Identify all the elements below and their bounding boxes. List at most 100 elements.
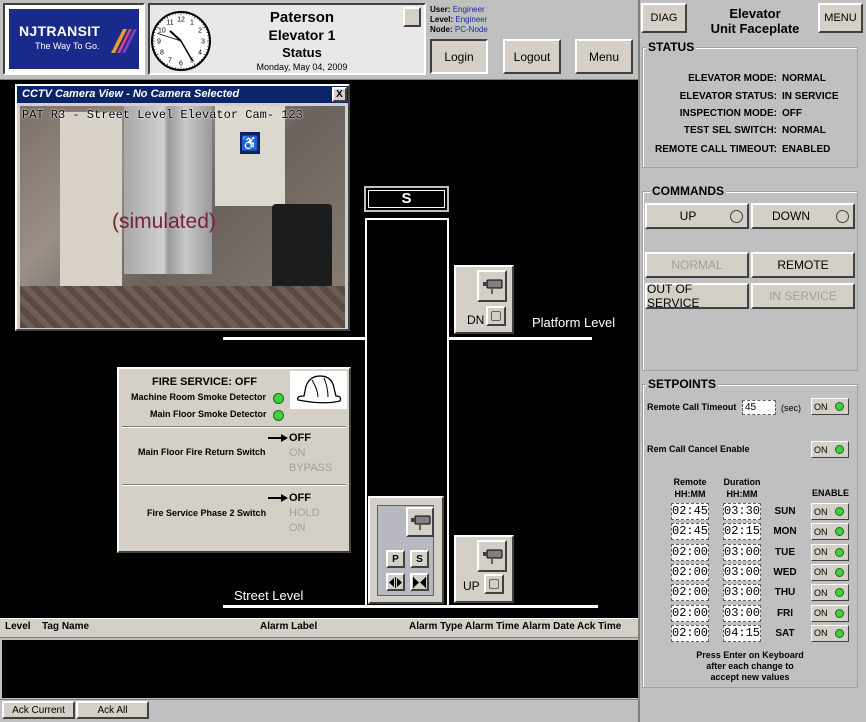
- toggle-label: ON: [814, 506, 828, 517]
- enable-toggle[interactable]: ON: [811, 584, 849, 602]
- duration-time-input[interactable]: 03:30: [723, 503, 761, 520]
- commands-title: COMMANDS: [650, 184, 726, 198]
- user-label: User:: [430, 5, 451, 14]
- elevator-name: Elevator 1: [268, 27, 336, 43]
- platform-level-line-right: [449, 337, 592, 340]
- command-down-button[interactable]: DOWN: [751, 203, 855, 229]
- node-value: PC-Node: [454, 25, 488, 34]
- duration-time-input[interactable]: 03:00: [723, 543, 761, 561]
- command-up-button[interactable]: UP: [645, 203, 749, 229]
- rem-call-cancel-toggle[interactable]: ON: [811, 441, 849, 458]
- remote-call-timeout-toggle[interactable]: ON: [811, 398, 849, 415]
- header-square-button[interactable]: [403, 7, 421, 27]
- svg-text:4: 4: [198, 50, 202, 57]
- remote-time-input[interactable]: 02:00: [671, 563, 709, 581]
- alarm-col-tag[interactable]: Tag Name: [42, 621, 89, 632]
- up-indicator-icon: [730, 210, 743, 223]
- status-key: TEST SEL SWITCH:: [683, 125, 777, 136]
- alarm-col-type[interactable]: Alarm Type: [409, 621, 463, 632]
- toggle-label: ON: [814, 628, 828, 639]
- remote-time-input[interactable]: 02:00: [671, 584, 709, 602]
- camera-icon: [411, 515, 431, 530]
- status-value: IN SERVICE: [782, 91, 839, 102]
- alarm-col-ack[interactable]: Ack Time: [577, 621, 621, 632]
- logout-button[interactable]: Logout: [503, 39, 561, 74]
- enable-toggle[interactable]: ON: [811, 543, 849, 561]
- arrow-right-icon: [268, 494, 288, 502]
- remote-time-input[interactable]: 02:00: [671, 543, 709, 561]
- toggle-led: [834, 628, 844, 638]
- dn-label: DN: [467, 313, 485, 327]
- level-value: Engineer: [455, 15, 488, 24]
- toggle-label: ON: [814, 444, 828, 455]
- dn-call-button[interactable]: [486, 306, 506, 326]
- toggle-label: ON: [814, 608, 828, 618]
- duration-time-input[interactable]: 03:00: [723, 604, 761, 622]
- out-of-service-button[interactable]: OUT OF SERVICE: [645, 282, 749, 310]
- duration-time-input[interactable]: 03:00: [723, 584, 761, 602]
- camera-icon: [483, 549, 503, 564]
- svg-text:10: 10: [158, 28, 166, 35]
- duration-time-input[interactable]: 03:00: [723, 563, 761, 581]
- alarm-col-date[interactable]: Alarm Date: [522, 621, 575, 632]
- login-button[interactable]: Login: [430, 39, 488, 74]
- normal-button[interactable]: NORMAL: [645, 252, 749, 278]
- enable-toggle[interactable]: ON: [811, 563, 849, 581]
- status-value: OFF: [782, 108, 802, 119]
- alarm-col-time[interactable]: Alarm Time: [465, 621, 519, 632]
- camera-button-platform[interactable]: [477, 270, 507, 302]
- camera-button-street[interactable]: [477, 540, 507, 572]
- platform-level-label: Platform Level: [532, 315, 616, 330]
- street-level-label: Street Level: [234, 588, 304, 603]
- alarm-col-level[interactable]: Level: [5, 621, 31, 632]
- remote-button[interactable]: REMOTE: [751, 252, 855, 278]
- remote-time-input[interactable]: 02:00: [671, 604, 709, 622]
- logo-box: NJTRANSIT The Way To Go.: [3, 3, 145, 75]
- diag-button[interactable]: DIAG: [641, 3, 687, 33]
- toggle-label: ON: [814, 526, 828, 537]
- phase2-label: Fire Service Phase 2 Switch: [147, 508, 267, 518]
- car-s-button[interactable]: S: [410, 550, 429, 568]
- enable-toggle[interactable]: ON: [811, 503, 849, 520]
- remote-time-input[interactable]: 02:45: [671, 503, 709, 520]
- svg-text:6: 6: [179, 61, 183, 68]
- car-camera-button[interactable]: [406, 507, 434, 537]
- duration-time-input[interactable]: 02:15: [723, 523, 761, 541]
- door-open-icon: [389, 576, 402, 588]
- menu-button[interactable]: Menu: [575, 39, 633, 74]
- ack-all-button[interactable]: Ack All: [76, 701, 149, 719]
- enable-toggle[interactable]: ON: [811, 624, 849, 642]
- user-value: Engineer: [452, 5, 485, 14]
- door-open-button[interactable]: [386, 573, 405, 591]
- alarm-col-label[interactable]: Alarm Label: [260, 621, 317, 632]
- remote-call-timeout-unit: (sec): [781, 403, 801, 413]
- faceplate-menu-button[interactable]: MENU: [818, 3, 863, 33]
- remote-time-input[interactable]: 02:45: [671, 523, 709, 541]
- in-service-button[interactable]: IN SERVICE: [751, 283, 855, 309]
- current-date: Monday, May 04, 2009: [256, 62, 348, 72]
- svg-text:3: 3: [201, 39, 205, 46]
- njtransit-logo: NJTRANSIT The Way To Go.: [9, 9, 139, 69]
- remote-time-input[interactable]: 02:00: [671, 624, 709, 642]
- toggle-label: ON: [814, 547, 828, 558]
- duration-time-input[interactable]: 04:15: [723, 624, 761, 642]
- cctv-simulated-label: (simulated): [112, 210, 216, 233]
- toggle-led: [834, 588, 844, 598]
- toggle-label: ON: [814, 567, 828, 578]
- enable-toggle[interactable]: ON: [811, 604, 849, 622]
- toggle-led: [834, 567, 844, 577]
- status-value: NORMAL: [782, 125, 826, 136]
- cctv-close-button[interactable]: X: [332, 87, 347, 102]
- logo-tagline: The Way To Go.: [35, 41, 100, 51]
- remote-call-timeout-input[interactable]: [742, 400, 776, 415]
- ack-current-button[interactable]: Ack Current: [2, 701, 75, 719]
- main-floor-smoke-led: [273, 410, 284, 421]
- enable-toggle[interactable]: ON: [811, 523, 849, 541]
- up-call-button[interactable]: [484, 574, 504, 594]
- toggle-led: [834, 547, 844, 557]
- car-p-button[interactable]: P: [386, 550, 405, 568]
- toggle-led: [834, 445, 844, 454]
- alarm-list[interactable]: [2, 640, 638, 698]
- day-label: WED: [773, 566, 797, 578]
- door-close-button[interactable]: [410, 573, 429, 591]
